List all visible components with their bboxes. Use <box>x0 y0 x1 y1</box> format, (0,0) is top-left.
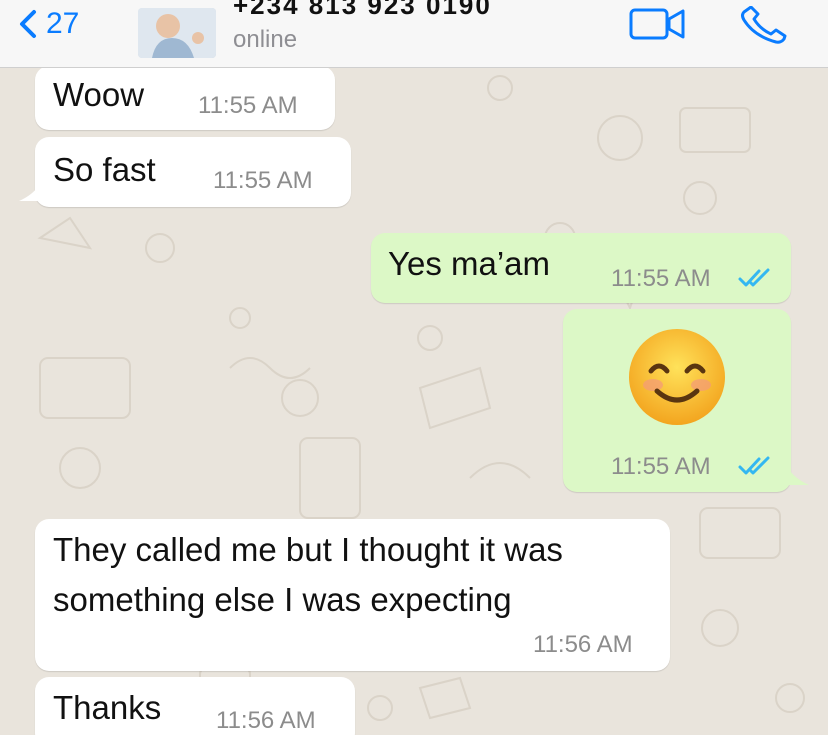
message-text-line: They called me but I thought it was <box>53 531 563 568</box>
outgoing-message[interactable]: 11:55 AM <box>563 309 809 492</box>
avatar[interactable] <box>138 8 216 58</box>
message-text: Thanks <box>53 689 162 726</box>
message-text: Woow <box>53 76 145 113</box>
incoming-message[interactable]: Thanks 11:56 AM <box>35 677 355 735</box>
contact-status: online <box>233 26 298 53</box>
outgoing-message[interactable]: Yes ma’am 11:55 AM <box>371 233 791 303</box>
message-time: 11:56 AM <box>533 631 633 658</box>
message-time: 11:56 AM <box>216 707 316 734</box>
message-list[interactable]: Woow 11:55 AM So fast 11:55 AM Yes ma’am… <box>0 68 828 735</box>
bubble-tail <box>787 467 809 485</box>
incoming-message[interactable]: They called me but I thought it was some… <box>35 519 670 671</box>
incoming-message[interactable]: So fast 11:55 AM <box>19 137 351 207</box>
double-check-icon <box>738 268 770 287</box>
double-check-icon <box>738 456 770 475</box>
chevron-left-icon <box>20 10 36 38</box>
message-text: Yes ma’am <box>388 245 551 282</box>
message-text: So fast <box>53 151 156 188</box>
message-time: 11:55 AM <box>611 265 711 292</box>
voice-call-button[interactable] <box>738 5 790 46</box>
avatar-image <box>138 8 216 58</box>
incoming-message[interactable]: Woow 11:55 AM <box>35 68 335 130</box>
message-time: 11:55 AM <box>611 453 711 480</box>
message-time: 11:55 AM <box>198 92 298 119</box>
bubble-tail <box>19 183 41 201</box>
unread-count: 27 <box>46 7 80 40</box>
message-text-line: something else I was expecting <box>53 581 512 618</box>
video-call-icon <box>629 8 685 40</box>
chat-header: 27 +234 813 923 0190 online <box>0 0 828 68</box>
contact-name[interactable]: +234 813 923 0190 <box>233 0 492 21</box>
message-time: 11:55 AM <box>213 167 313 194</box>
smiling-face-emoji <box>629 329 725 425</box>
back-button[interactable]: 27 <box>14 6 79 42</box>
video-call-button[interactable] <box>628 6 688 42</box>
phone-icon <box>741 5 787 44</box>
